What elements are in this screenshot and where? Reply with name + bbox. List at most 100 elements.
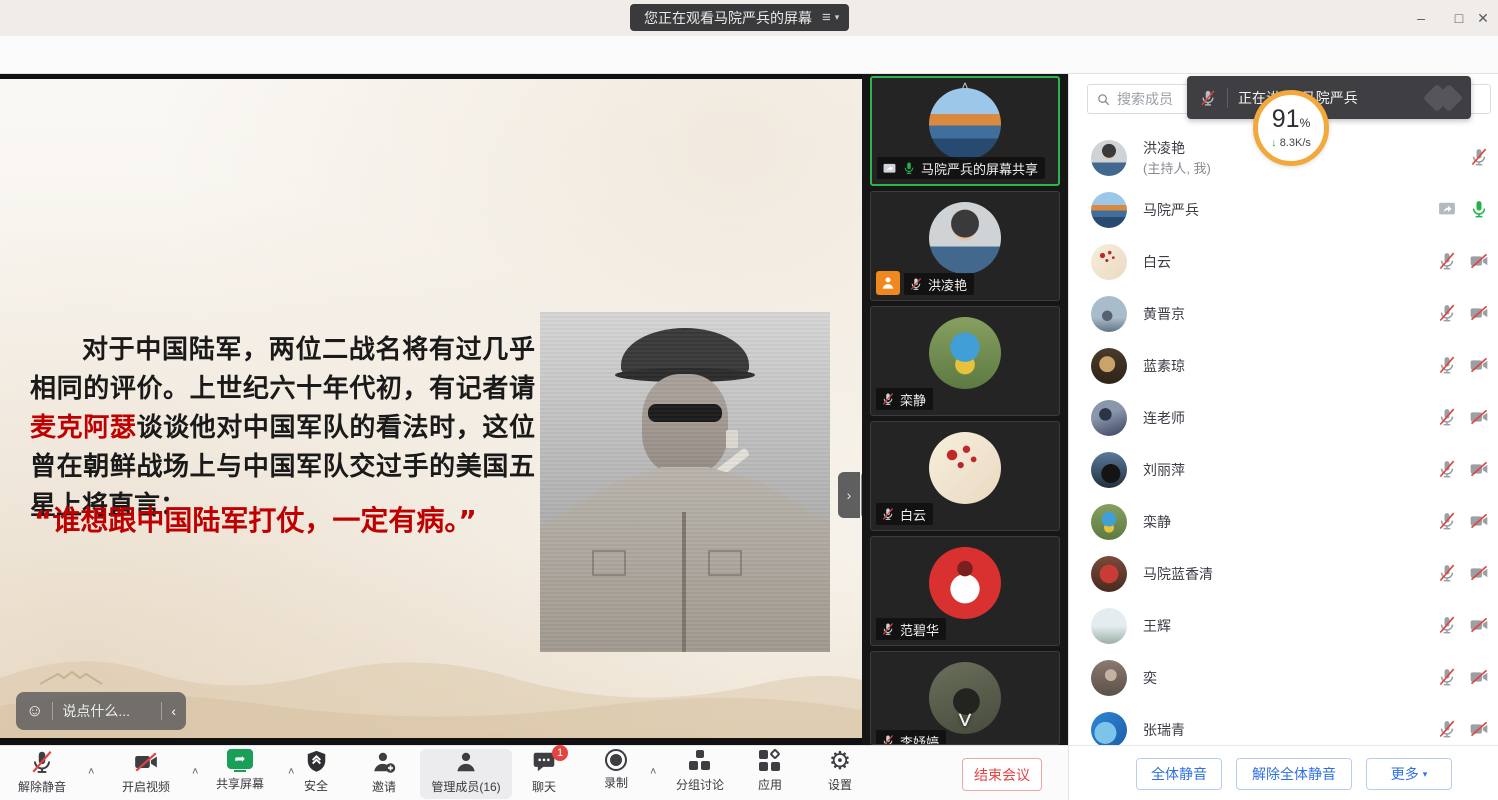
video-tile[interactable]: 洪凌艳 (870, 191, 1060, 301)
collapse-chat-icon[interactable]: ‹ (171, 703, 176, 719)
member-row[interactable]: 奕 (1069, 652, 1498, 704)
mic-muted-icon[interactable] (1437, 563, 1457, 583)
camera-off-icon[interactable] (1469, 667, 1489, 687)
tile-label: 李妤婷 (876, 730, 946, 745)
avatar (1091, 452, 1127, 488)
strip-collapse-handle[interactable]: › (838, 472, 860, 518)
mic-muted-icon[interactable] (1469, 147, 1489, 167)
caret-down-icon: ▾ (1423, 769, 1428, 780)
mic-muted-icon[interactable] (1437, 459, 1457, 479)
screen-share-icon[interactable] (1437, 199, 1457, 219)
photo-pipe (710, 447, 750, 481)
settings-button[interactable]: ⚙ 设置 (798, 749, 882, 799)
member-row[interactable]: 马院蓝香清 (1069, 548, 1498, 600)
mic-muted-icon[interactable] (1437, 407, 1457, 427)
mic-on-icon[interactable] (1469, 199, 1489, 219)
camera-off-icon[interactable] (1469, 407, 1489, 427)
toolbar-label: 分组讨论 (676, 776, 724, 793)
member-name: 洪凌艳 (1143, 138, 1185, 158)
camera-off-icon[interactable] (1469, 615, 1489, 635)
avatar (1091, 556, 1127, 592)
record-options-chevron[interactable]: ˄ (650, 766, 656, 778)
member-row[interactable]: 栾静 (1069, 496, 1498, 548)
mic-options-chevron[interactable]: ˄ (88, 766, 94, 778)
watching-title: 您正在观看马院严兵的屏幕 (644, 8, 812, 28)
unmute-all-button[interactable]: 解除全体静音 (1236, 758, 1352, 790)
tile-participant-name: 马院严兵的屏幕共享 (921, 159, 1038, 178)
toolbar-label: 应用 (758, 776, 782, 793)
unmute-button[interactable]: 解除静音 (0, 749, 84, 799)
member-name: 蓝素琼 (1143, 356, 1185, 376)
member-row[interactable]: 刘丽萍 (1069, 444, 1498, 496)
mic-on-icon (902, 161, 916, 175)
mic-muted-icon[interactable] (1437, 615, 1457, 635)
avatar (1091, 400, 1127, 436)
quick-chat-bar[interactable]: ☺ 说点什么... ‹ (16, 692, 186, 730)
pill-menu-icon[interactable]: ≡ (822, 9, 831, 26)
video-tile-screen-share[interactable]: ˄ 马院严兵的屏幕共享 (870, 76, 1060, 186)
video-tile[interactable]: 栾静 (870, 306, 1060, 416)
emoji-icon[interactable]: ☺ (26, 701, 43, 721)
mic-muted-icon[interactable] (1437, 251, 1457, 271)
minimize-button[interactable]: – (1406, 6, 1436, 30)
toolbar-label: 解除静音 (18, 778, 66, 795)
manage-members-button[interactable]: 管理成员(16) (420, 749, 512, 799)
mic-muted-icon[interactable] (1437, 303, 1457, 323)
member-row[interactable]: 白云 (1069, 236, 1498, 288)
mic-muted-icon[interactable] (1437, 667, 1457, 687)
record-button[interactable]: 录制 (574, 749, 658, 799)
watching-screen-pill[interactable]: 您正在观看马院严兵的屏幕 ≡ ▾ (630, 4, 849, 31)
member-name: 马院严兵 (1143, 200, 1199, 220)
divider (52, 702, 53, 720)
member-row[interactable]: 连老师 (1069, 392, 1498, 444)
photo-uniform (540, 467, 830, 652)
toolbar-label: 开启视频 (122, 778, 170, 795)
network-percent: 91 (1272, 105, 1300, 133)
invite-button[interactable]: 邀请 (342, 749, 426, 799)
avatar (1091, 192, 1127, 228)
slide-paragraph: 对于中国陆军，两位二战名将有过几乎相同的评价。上世纪六十年代初，有记者请麦克阿瑟… (30, 331, 535, 526)
avatar (929, 202, 1001, 274)
mic-muted-icon[interactable] (1437, 719, 1457, 739)
member-row[interactable]: 王辉 (1069, 600, 1498, 652)
camera-off-icon[interactable] (1469, 511, 1489, 531)
presentation-slide: 对于中国陆军，两位二战名将有过几乎相同的评价。上世纪六十年代初，有记者请麦克阿瑟… (0, 79, 862, 738)
video-tile[interactable]: 白云 (870, 421, 1060, 531)
camera-off-icon[interactable] (1469, 719, 1489, 739)
toolbar-label: 共享屏幕 (216, 775, 264, 792)
more-button[interactable]: 更多 ▾ (1366, 758, 1452, 790)
member-name: 奕 (1143, 668, 1157, 688)
start-video-button[interactable]: 开启视频 (104, 749, 188, 799)
toolbar-label: 安全 (304, 777, 328, 794)
camera-off-icon[interactable] (1469, 251, 1489, 271)
tile-label: 洪凌艳 (904, 273, 974, 295)
member-row[interactable]: 蓝素琼 (1069, 340, 1498, 392)
camera-off-icon[interactable] (1469, 563, 1489, 583)
end-meeting-button[interactable]: 结束会议 (962, 758, 1042, 791)
tile-participant-name: 洪凌艳 (928, 275, 967, 294)
share-screen-icon: ➦ (227, 749, 253, 772)
mic-muted-icon (881, 622, 895, 636)
video-tile[interactable]: ˅ 李妤婷 (870, 651, 1060, 745)
share-screen-button[interactable]: ➦ 共享屏幕 (198, 749, 282, 799)
mute-all-button[interactable]: 全体静音 (1136, 758, 1222, 790)
mic-muted-icon[interactable] (1437, 355, 1457, 375)
member-row[interactable]: 黄晋京 (1069, 288, 1498, 340)
photo-pocket (708, 550, 742, 576)
shared-screen-stage: 对于中国陆军，两位二战名将有过几乎相同的评价。上世纪六十年代初，有记者请麦克阿瑟… (0, 74, 862, 745)
camera-off-icon[interactable] (1469, 459, 1489, 479)
camera-off-icon[interactable] (1469, 355, 1489, 375)
scroll-more-tiles-icon[interactable]: ˅ (957, 710, 972, 730)
close-window-button[interactable]: ✕ (1468, 6, 1498, 30)
chat-placeholder[interactable]: 说点什么... (62, 701, 152, 721)
mic-muted-icon[interactable] (1437, 511, 1457, 531)
host-badge-icon (876, 271, 900, 295)
divider (1227, 88, 1228, 108)
tile-label: 范碧华 (876, 618, 946, 640)
network-quality-badge[interactable]: 91% ↓ 8.3K/s (1253, 90, 1329, 166)
mic-muted-icon (881, 507, 895, 521)
member-row[interactable]: 马院严兵 (1069, 184, 1498, 236)
video-tile[interactable]: 范碧华 (870, 536, 1060, 646)
camera-off-icon[interactable] (1469, 303, 1489, 323)
toolbar-label: 邀请 (372, 778, 396, 795)
